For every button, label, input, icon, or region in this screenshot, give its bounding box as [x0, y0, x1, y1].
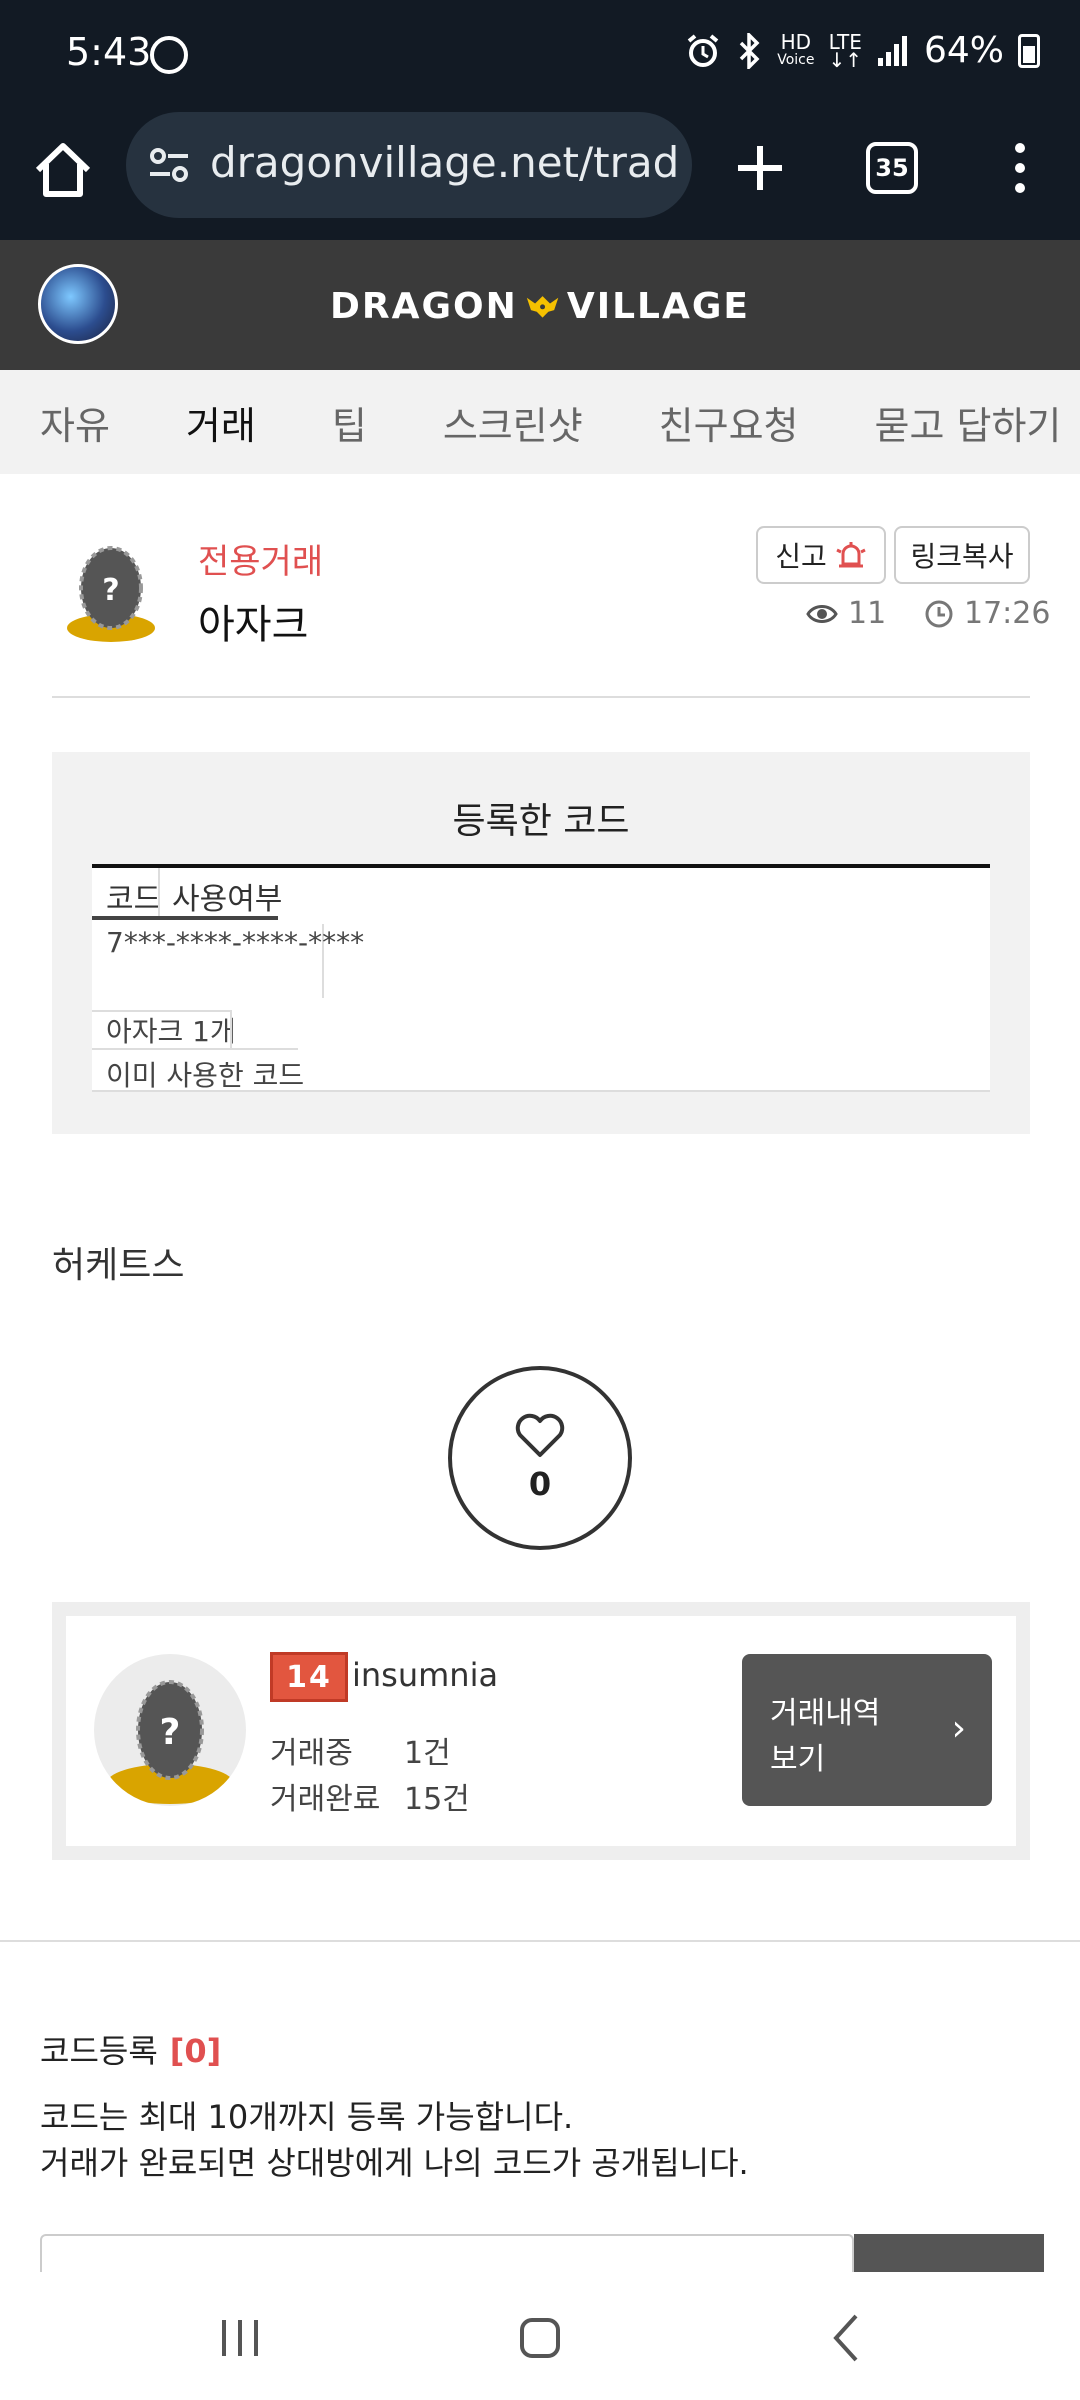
site-settings-icon[interactable] [148, 144, 190, 186]
registered-codes-title: 등록한 코드 [452, 801, 630, 842]
post-time-value: 17:26 [964, 596, 1051, 631]
trader-profile-card: ? 14 insumnia 거래중 1건 거래완료 15건 거래내역 보기 › [52, 1602, 1030, 1860]
copy-link-button[interactable]: 링크복사 [894, 526, 1030, 584]
svg-text:?: ? [102, 573, 119, 608]
code-register-description: 코드는 최대 10개까지 등록 가능합니다. 거래가 완료되면 상대방에게 나의… [40, 2094, 749, 2186]
registered-codes-box: 등록한 코드 코드 사용여부 7***-****-****-**** 아자크 1… [52, 752, 1030, 1134]
svg-text:?: ? [160, 1712, 181, 1753]
code-register-count: [0] [169, 2032, 222, 2070]
tab-trade[interactable]: 거래 [181, 395, 260, 456]
dragon-emblem-icon [526, 296, 559, 318]
trade-history-button[interactable]: 거래내역 보기 › [742, 1654, 992, 1806]
trader-profile-inner: ? 14 insumnia 거래중 1건 거래완료 15건 거래내역 보기 › [66, 1616, 1016, 1846]
alarm-icon [687, 33, 719, 67]
hd-label: HD [780, 29, 812, 54]
tab-free[interactable]: 자유 [40, 395, 110, 450]
tab-friend-requests[interactable]: 친구요청 [659, 395, 799, 450]
signal-icon [877, 35, 907, 66]
board-tabs: 자유 거래 팁 스크린샷 친구요청 묻고 답하기 [0, 370, 1080, 474]
chevron-right-icon: › [951, 1708, 966, 1749]
address-bar[interactable]: dragonvillage.net/trad [126, 112, 692, 218]
recent-apps-icon[interactable] [210, 2308, 270, 2368]
table-divider [92, 1048, 298, 1050]
site-header: DRAGON VILLAGE [0, 240, 1080, 370]
post-time: 17:26 [924, 596, 1050, 631]
status-bar: 5:43 HD Voice LTE ↓↑ 64% [0, 0, 1080, 108]
codes-table: 코드 사용여부 7***-****-****-**** 아자크 1개 이미 사용… [92, 864, 990, 1092]
in-progress-value: 1건 [404, 1736, 451, 1771]
site-logo[interactable]: DRAGON VILLAGE [330, 276, 750, 336]
tab-screenshots[interactable]: 스크린샷 [443, 395, 583, 450]
tab-tips[interactable]: 팁 [332, 395, 367, 450]
back-icon[interactable] [818, 2308, 878, 2368]
battery-icon [1018, 33, 1040, 68]
home-icon[interactable] [28, 136, 98, 206]
lte-icon: LTE ↓↑ [828, 32, 862, 72]
hd-voice-icon: HD Voice [777, 29, 815, 69]
unknown-dragon-egg-icon: ? [67, 546, 155, 642]
post-category[interactable]: 전용거래 [198, 534, 323, 583]
system-nav-bar [0, 2272, 1080, 2400]
column-header-used: 사용여부 [172, 882, 283, 917]
tab-qna[interactable]: 묻고 답하기 [875, 395, 1062, 450]
trade-history-label-line2: 보기 [770, 1742, 826, 1777]
code-register-title: 코드등록 [0] [40, 2026, 221, 2072]
table-divider [230, 1010, 232, 1048]
logo-text-right: VILLAGE [566, 285, 750, 327]
level-badge: 14 [270, 1652, 348, 1702]
post-title: 아자크 [198, 602, 309, 648]
in-progress-label: 거래중 [270, 1736, 353, 1771]
author-name: 허케트스 [52, 1245, 185, 1286]
eye-icon [806, 604, 838, 623]
heart-icon [515, 1413, 565, 1457]
more-menu-icon[interactable] [1000, 138, 1040, 198]
tab-switcher-button[interactable]: 35 [866, 142, 918, 194]
completed-label: 거래완료 [270, 1782, 381, 1817]
unknown-dragon-egg-icon: ? [106, 1680, 234, 1804]
trade-history-label-line1: 거래내역 [770, 1696, 881, 1731]
like-button[interactable]: 0 [448, 1366, 632, 1550]
view-count-value: 11 [848, 596, 887, 631]
user-avatar[interactable] [38, 264, 118, 344]
code-status: 이미 사용한 코드 [106, 1059, 305, 1092]
status-time: 5:43 [66, 30, 152, 74]
register-desc-line1: 코드는 최대 10개까지 등록 가능합니다. [40, 2098, 574, 2136]
column-header-code: 코드 [106, 882, 162, 917]
trader-avatar: ? [94, 1654, 246, 1806]
table-divider [158, 868, 160, 916]
register-desc-line2: 거래가 완료되면 상대방에게 나의 코드가 공개됩니다. [40, 2144, 749, 2182]
status-icons: HD Voice LTE ↓↑ 64% [685, 30, 1040, 71]
clock-icon [925, 600, 953, 627]
report-button[interactable]: 신고 [756, 526, 886, 584]
report-label: 신고 [775, 540, 827, 573]
new-tab-icon[interactable] [730, 138, 790, 198]
url-text[interactable]: dragonvillage.net/trad [210, 138, 680, 187]
code-value[interactable]: 7***-****-****-**** [106, 926, 364, 959]
screen-time-icon [150, 36, 188, 74]
header-underline [92, 916, 278, 920]
trader-username[interactable]: insumnia [352, 1656, 498, 1694]
lte-arrows: ↓↑ [828, 47, 862, 72]
code-register-label: 코드등록 [40, 2032, 158, 2070]
section-divider [0, 1940, 1080, 1942]
view-count: 11 [806, 596, 886, 631]
code-item: 아자크 1개 [106, 1015, 236, 1048]
battery-percent: 64% [923, 30, 1004, 71]
siren-icon [836, 542, 866, 568]
logo-text-left: DRAGON [330, 285, 518, 327]
completed-value: 15건 [404, 1782, 470, 1817]
header-divider [52, 696, 1030, 698]
voice-label: Voice [777, 51, 815, 68]
home-nav-icon[interactable] [510, 2308, 570, 2368]
table-divider [92, 1090, 990, 1092]
like-count: 0 [528, 1465, 552, 1503]
bluetooth-icon [739, 32, 760, 69]
browser-toolbar: dragonvillage.net/trad 35 [0, 108, 1080, 240]
